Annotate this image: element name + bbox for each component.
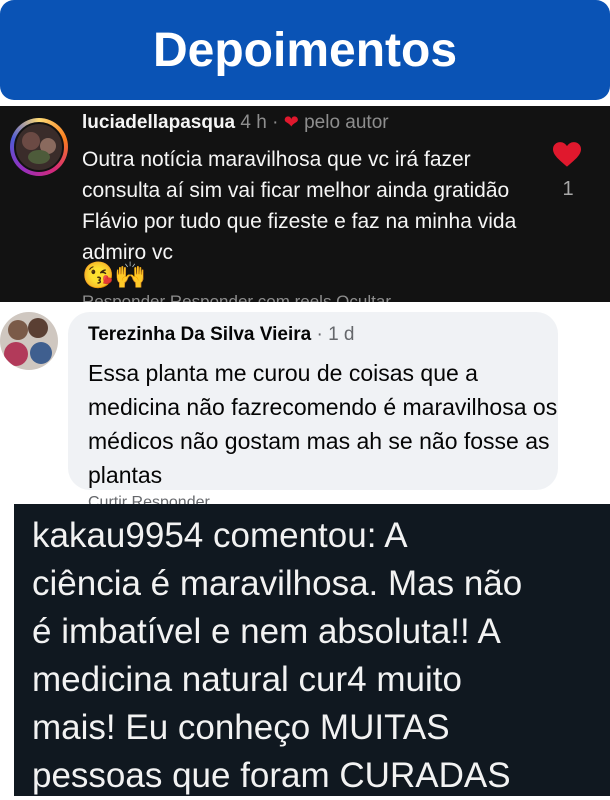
comment-time: 4 h — [240, 112, 267, 133]
title-banner: Depoimentos — [0, 0, 610, 100]
avatar[interactable] — [14, 122, 64, 172]
like-count: 1 — [562, 178, 574, 200]
comment-emojis: 😘🙌 — [82, 260, 147, 290]
comment-bubble: Terezinha Da Silva Vieira · 1 d Essa pla… — [68, 312, 558, 490]
story-line: é imbatível e nem absoluta!! A — [32, 612, 501, 651]
story-comment-text: kakau9954 comentou: A ciência é maravilh… — [32, 512, 610, 796]
instagram-comment: luciadellapasqua 4 h · ❤ pelo autor Outr… — [0, 106, 610, 302]
liked-by-author: pelo autor — [304, 112, 389, 133]
commenter-name-row: Terezinha Da Silva Vieira · 1 d — [88, 324, 355, 346]
comment-text: Essa planta me curou de coisas que a med… — [88, 360, 558, 488]
comment-time[interactable]: · 1 d — [316, 324, 354, 345]
heart-icon[interactable] — [553, 142, 581, 168]
commenter-name[interactable]: Terezinha Da Silva Vieira — [88, 324, 311, 345]
comment-actions[interactable]: Responder Responder com reels Ocultar — [82, 292, 391, 302]
avatar[interactable] — [0, 312, 58, 370]
heart-icon: ❤ — [283, 112, 299, 132]
story-line: mais! Eu conheço MUITAS — [32, 708, 450, 747]
username[interactable]: luciadellapasqua — [82, 112, 235, 133]
separator: · — [272, 112, 279, 133]
story-line: ciência é maravilhosa. Mas não — [32, 564, 523, 603]
story-line: medicina natural cur4 muito — [32, 660, 462, 699]
story-line: kakau9954 comentou: A — [32, 516, 408, 555]
story-comment: kakau9954 comentou: A ciência é maravilh… — [14, 504, 610, 796]
page-title: Depoimentos — [152, 23, 458, 77]
story-line: pessoas que foram CURADAS — [32, 756, 511, 795]
facebook-comment: Terezinha Da Silva Vieira · 1 d Essa pla… — [0, 302, 610, 504]
comment-meta: luciadellapasqua 4 h · ❤ pelo autor — [82, 112, 389, 134]
comment-actions[interactable]: Curtir Responder — [88, 494, 210, 504]
comment-text: Outra notícia maravilhosa que vc irá faz… — [82, 148, 517, 264]
